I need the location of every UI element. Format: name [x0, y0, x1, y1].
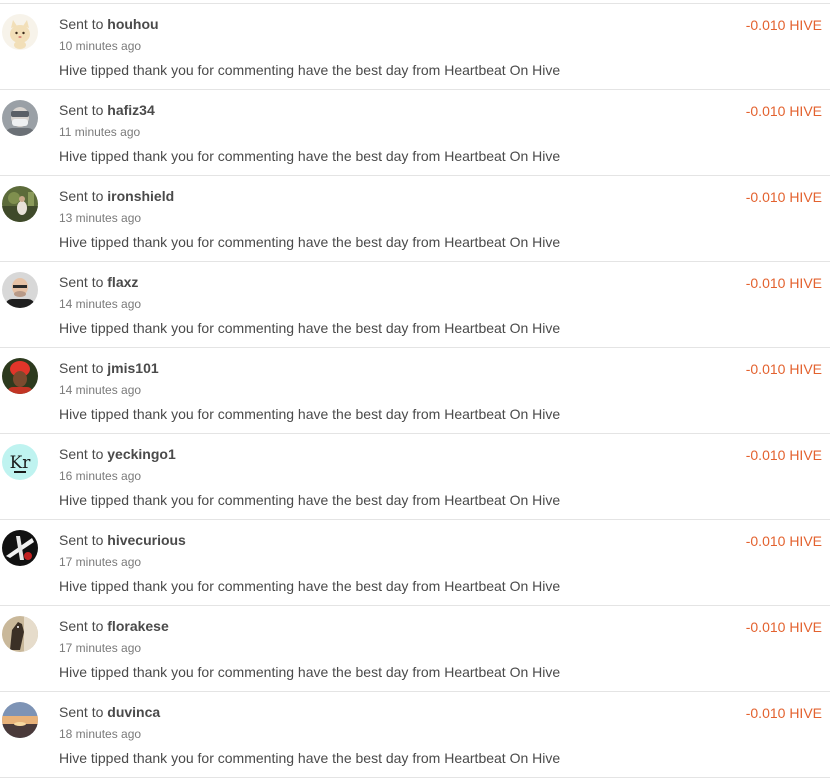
transfer-memo: Hive tipped thank you for commenting hav…	[59, 406, 561, 422]
transfer-time: 14 minutes ago	[59, 383, 142, 397]
transfer-row: Sent to florakese 17 minutes ago Hive ti…	[0, 606, 830, 692]
transfer-row: Sent to hafiz34 11 minutes ago Hive tipp…	[0, 90, 830, 176]
transfer-memo: Hive tipped thank you for commenting hav…	[59, 664, 561, 680]
transfer-memo: Hive tipped thank you for commenting hav…	[59, 148, 561, 164]
transfer-amount: -0.010 HIVE	[745, 275, 822, 291]
outdoor-avatar[interactable]	[2, 186, 38, 222]
recipient-link[interactable]: flaxz	[107, 274, 138, 290]
transfer-prefix: Sent to	[59, 360, 104, 376]
transfer-time: 13 minutes ago	[59, 211, 142, 225]
transfer-description: Sent to hafiz34	[59, 102, 155, 118]
masked-person-avatar[interactable]	[2, 100, 38, 136]
red-headwrap-avatar[interactable]	[2, 358, 38, 394]
transfer-description: Sent to duvinca	[59, 704, 160, 720]
transfer-row: Sent to flaxz 14 minutes ago Hive tipped…	[0, 262, 830, 348]
transfer-amount: -0.010 HIVE	[745, 17, 822, 33]
transfer-description: Sent to hivecurious	[59, 532, 186, 548]
transfer-time: 16 minutes ago	[59, 469, 142, 483]
transfer-memo: Hive tipped thank you for commenting hav…	[59, 320, 561, 336]
bald-man-avatar[interactable]	[2, 272, 38, 308]
transfer-description: Sent to ironshield	[59, 188, 174, 204]
transfer-row: Kr Sent to yeckingo1 16 minutes ago Hive…	[0, 434, 830, 520]
transfer-amount: -0.010 HIVE	[745, 189, 822, 205]
transfer-history-list: Sent to houhou 10 minutes ago Hive tippe…	[0, 3, 830, 778]
transfer-prefix: Sent to	[59, 274, 104, 290]
transfer-prefix: Sent to	[59, 102, 104, 118]
transfer-prefix: Sent to	[59, 532, 104, 548]
recipient-link[interactable]: hafiz34	[107, 102, 154, 118]
transfer-time: 17 minutes ago	[59, 641, 142, 655]
transfer-prefix: Sent to	[59, 618, 104, 634]
transfer-time: 17 minutes ago	[59, 555, 142, 569]
transfer-description: Sent to houhou	[59, 16, 159, 32]
transfer-description: Sent to yeckingo1	[59, 446, 176, 462]
horse-avatar[interactable]	[2, 616, 38, 652]
transfer-prefix: Sent to	[59, 16, 104, 32]
black-white-symbol-avatar[interactable]	[2, 530, 38, 566]
transfer-row: Sent to ironshield 13 minutes ago Hive t…	[0, 176, 830, 262]
transfer-memo: Hive tipped thank you for commenting hav…	[59, 234, 561, 250]
transfer-description: Sent to florakese	[59, 618, 169, 634]
transfer-description: Sent to flaxz	[59, 274, 138, 290]
transfer-amount: -0.010 HIVE	[745, 361, 822, 377]
transfer-memo: Hive tipped thank you for commenting hav…	[59, 492, 561, 508]
recipient-link[interactable]: florakese	[107, 618, 168, 634]
transfer-row: Sent to jmis101 14 minutes ago Hive tipp…	[0, 348, 830, 434]
transfer-time: 11 minutes ago	[59, 125, 141, 139]
transfer-memo: Hive tipped thank you for commenting hav…	[59, 750, 561, 766]
transfer-time: 18 minutes ago	[59, 727, 142, 741]
transfer-amount: -0.010 HIVE	[745, 705, 822, 721]
transfer-time: 14 minutes ago	[59, 297, 142, 311]
transfer-memo: Hive tipped thank you for commenting hav…	[59, 578, 561, 594]
transfer-time: 10 minutes ago	[59, 39, 142, 53]
transfer-memo: Hive tipped thank you for commenting hav…	[59, 62, 561, 78]
sunset-avatar[interactable]	[2, 702, 38, 738]
kr-logo-avatar[interactable]: Kr	[2, 444, 38, 480]
recipient-link[interactable]: yeckingo1	[107, 446, 175, 462]
transfer-amount: -0.010 HIVE	[745, 533, 822, 549]
transfer-prefix: Sent to	[59, 188, 104, 204]
recipient-link[interactable]: ironshield	[107, 188, 174, 204]
transfer-amount: -0.010 HIVE	[745, 103, 822, 119]
kr-logo-text: Kr	[10, 453, 32, 473]
recipient-link[interactable]: jmis101	[107, 360, 158, 376]
transfer-row: Sent to duvinca 18 minutes ago Hive tipp…	[0, 692, 830, 778]
transfer-amount: -0.010 HIVE	[745, 447, 822, 463]
transfer-prefix: Sent to	[59, 704, 104, 720]
cat-avatar[interactable]	[2, 14, 38, 50]
transfer-row: Sent to hivecurious 17 minutes ago Hive …	[0, 520, 830, 606]
recipient-link[interactable]: hivecurious	[107, 532, 186, 548]
transfer-amount: -0.010 HIVE	[745, 619, 822, 635]
recipient-link[interactable]: duvinca	[107, 704, 160, 720]
recipient-link[interactable]: houhou	[107, 16, 158, 32]
transfer-row: Sent to houhou 10 minutes ago Hive tippe…	[0, 4, 830, 90]
transfer-description: Sent to jmis101	[59, 360, 159, 376]
transfer-prefix: Sent to	[59, 446, 104, 462]
